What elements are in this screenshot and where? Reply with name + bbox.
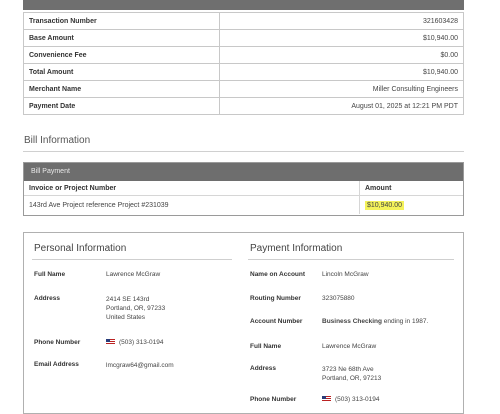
- amount-cell: $10,940.00: [360, 196, 463, 214]
- phone-label: Phone Number: [34, 339, 81, 346]
- invoice-number: 143rd Ave Project reference Project #231…: [24, 196, 360, 214]
- header-bar: [23, 0, 464, 10]
- payment-address-label: Address: [250, 365, 277, 372]
- address-line-3: United States: [106, 314, 146, 321]
- account-number-label: Account Number: [250, 318, 303, 325]
- address-line-1: 2414 SE 143rd: [106, 296, 150, 303]
- routing-number-value: 323075880: [322, 295, 355, 302]
- convenience-fee-value: $0.00: [219, 46, 464, 64]
- transaction-number-value: 321603428: [219, 12, 464, 30]
- bill-section-title: Bill Information: [24, 135, 91, 146]
- email-value: lmcgraw64@gmail.com: [106, 362, 174, 369]
- account-number-value: Business Checking ending in 1987.: [322, 317, 428, 326]
- phone-value: (503) 313-0194: [106, 338, 163, 347]
- table-row: Convenience Fee $0.00: [23, 46, 464, 64]
- highlighted-amount: $10,940.00: [365, 200, 405, 210]
- account-type: Business Checking: [322, 318, 382, 325]
- payment-date-value: August 01, 2025 at 12:21 PM PDT: [219, 97, 464, 115]
- divider: [23, 151, 464, 152]
- full-name-label: Full Name: [34, 271, 66, 278]
- bill-payment-panel: Bill Payment Invoice or Project Number A…: [23, 162, 464, 216]
- transaction-table: Transaction Number 321603428 Base Amount…: [23, 12, 464, 115]
- email-label: Email Address: [34, 361, 79, 368]
- name-on-account-value: Lincoln McGraw: [322, 271, 369, 278]
- details-panel: Personal Information Full Name Lawrence …: [23, 232, 464, 414]
- table-row: Total Amount $10,940.00: [23, 63, 464, 81]
- payment-address-line-2: Portland, OR, 97213: [322, 375, 382, 382]
- us-flag-icon: [322, 396, 331, 402]
- table-row: Merchant Name Miller Consulting Engineer…: [23, 80, 464, 98]
- amount-column-header: Amount: [365, 184, 392, 192]
- us-flag-icon: [106, 339, 115, 345]
- address-label: Address: [34, 295, 61, 302]
- transaction-number-label: Transaction Number: [23, 12, 220, 30]
- table-row: Base Amount $10,940.00: [23, 29, 464, 47]
- payment-full-name-value: Lawrence McGraw: [322, 343, 377, 350]
- phone-number: (503) 313-0194: [119, 339, 164, 346]
- payment-info-title: Payment Information: [250, 243, 343, 254]
- table-row: Payment Date August 01, 2025 at 12:21 PM…: [23, 97, 464, 115]
- address-line-2: Portland, OR, 97233: [106, 305, 166, 312]
- table-row: Transaction Number 321603428: [23, 12, 464, 30]
- divider: [32, 259, 232, 260]
- convenience-fee-label: Convenience Fee: [23, 46, 220, 64]
- payment-address-line-1: 3723 Ne 68th Ave: [322, 366, 374, 373]
- base-amount-value: $10,940.00: [219, 29, 464, 47]
- account-suffix: ending in 1987.: [383, 318, 429, 325]
- bill-table-header: Invoice or Project Number Amount: [24, 181, 463, 196]
- total-amount-label: Total Amount: [23, 63, 220, 81]
- invoice-column-header: Invoice or Project Number: [24, 181, 360, 195]
- base-amount-label: Base Amount: [23, 29, 220, 47]
- name-on-account-label: Name on Account: [250, 271, 306, 278]
- payment-full-name-label: Full Name: [250, 343, 282, 350]
- personal-info-title: Personal Information: [34, 243, 127, 254]
- bill-panel-title: Bill Payment: [24, 163, 463, 181]
- routing-number-label: Routing Number: [250, 295, 301, 302]
- table-row: 143rd Ave Project reference Project #231…: [24, 196, 463, 214]
- full-name-value: Lawrence McGraw: [106, 271, 161, 278]
- total-amount-value: $10,940.00: [219, 63, 464, 81]
- merchant-name-label: Merchant Name: [23, 80, 220, 98]
- merchant-name-value: Miller Consulting Engineers: [219, 80, 464, 98]
- divider: [248, 259, 454, 260]
- payment-date-label: Payment Date: [23, 97, 220, 115]
